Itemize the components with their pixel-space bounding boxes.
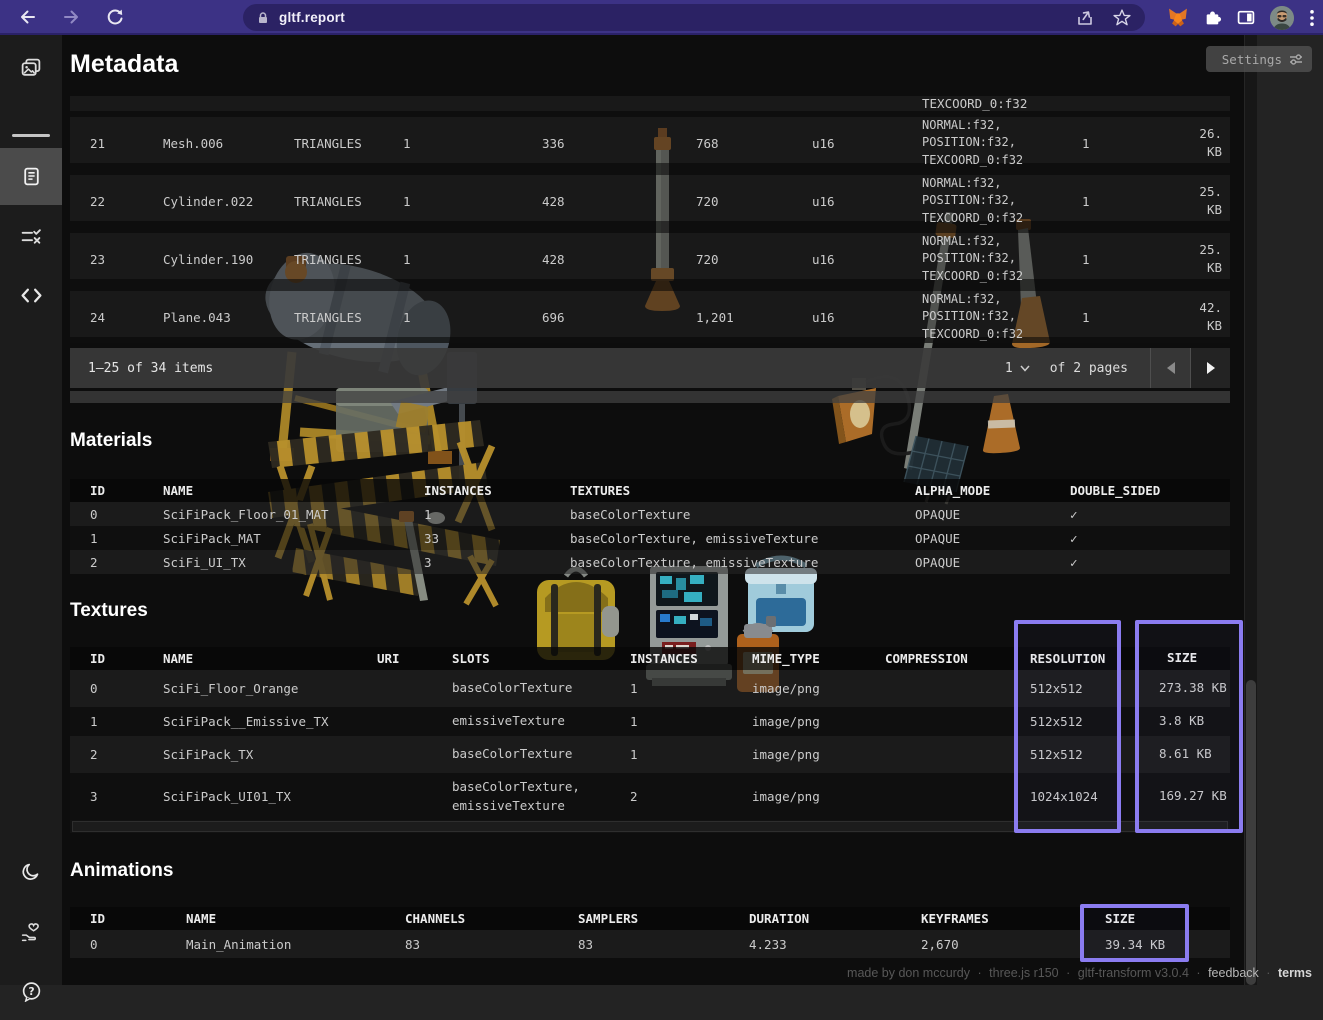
report-document-icon [21,166,42,187]
chevron-down-icon [1020,365,1030,372]
validation-list-icon [20,226,42,248]
gltf-report-page: gltf.report [0,0,1323,985]
metamask-fox-icon[interactable] [1168,8,1188,27]
table-row: 22Cylinder.022TRIANGLES 1428720 u16NORMA… [70,169,1230,227]
sidebar-item-code[interactable] [0,267,62,324]
image-stack-icon [20,57,42,79]
page-gutter [1257,35,1323,985]
table-row: 1SciFiPack_MAT33 baseColorTexture, emiss… [70,526,1230,550]
meshes-table: TEXCOORD_0:f32 21Mesh.006TRIANGLES 13367… [70,96,1230,343]
help-question-icon: ? [21,981,42,1002]
materials-section-title: Materials [70,430,152,452]
footer-threejs-version: three.js r150 [989,966,1058,980]
page-select[interactable]: 1 [995,361,1040,376]
chevron-left-icon [1167,362,1175,374]
footer-credit: made by don mccurdy [847,966,970,980]
table-row: 0SciFi_Floor_Orange baseColorTexture1 im… [70,670,1230,707]
table-row: 0SciFiPack_Floor_01_MAT1 baseColorTextur… [70,502,1230,526]
textures-hscrollbar[interactable] [70,820,1230,833]
pagination-bar: 1–25 of 34 items 1 of 2 pages [70,348,1230,388]
table-row: 2SciFiPack_TX baseColorTexture1 image/pn… [70,736,1230,773]
forward-arrow-icon[interactable] [54,4,88,30]
feedback-link[interactable]: feedback [1208,966,1259,980]
settings-sliders-icon [1289,53,1303,66]
refresh-icon[interactable] [98,4,132,30]
svg-text:?: ? [28,986,34,998]
sidebar-item-help[interactable]: ? [0,963,62,1020]
materials-table: IDNAMEINSTANCES TEXTURESALPHA_MODEDOUBLE… [70,479,1230,574]
textures-table: IDNAMEURI SLOTSINSTANCESMIME_TYPE COMPRE… [70,647,1230,833]
table-header: IDNAMECHANNELS SAMPLERSDURATIONKEYFRAMES… [70,907,1230,930]
terms-link[interactable]: terms [1278,966,1312,980]
footer-transform-version: gltf-transform v3.0.4 [1078,966,1189,980]
next-page-button[interactable] [1190,348,1230,388]
sidebar-item-viewer[interactable] [0,39,62,96]
app-sidebar: ? [0,35,62,985]
animations-table: IDNAMECHANNELS SAMPLERSDURATIONKEYFRAMES… [70,907,1230,958]
prev-page-button[interactable] [1150,348,1190,388]
table-row: 2SciFi_UI_TX3 baseColorTexture, emissive… [70,550,1230,574]
moon-icon [21,862,41,882]
pages-label: of 2 pages [1050,361,1128,376]
table-row: 21Mesh.006TRIANGLES 1336768 u16NORMAL:f3… [70,111,1230,169]
url-bar[interactable]: gltf.report [243,4,1145,31]
table-row: 24Plane.043TRIANGLES 16961,201 u16NORMAL… [70,285,1230,343]
footer: made by don mccurdy · three.js r150 · gl… [843,966,1312,980]
sidebar-item-report[interactable] [0,148,62,205]
animations-section-title: Animations [70,860,173,882]
browser-toolbar: gltf.report [0,0,1323,35]
sidebar-item-validation[interactable] [0,208,62,265]
table-row: 3SciFiPack_UI01_TX baseColorTexture, emi… [70,773,1230,820]
settings-button[interactable]: Settings [1206,46,1312,72]
back-arrow-icon[interactable] [10,4,44,30]
table-row: 0Main_Animation83 834.2332,670 39.34 KB [70,930,1230,958]
table-row: 1SciFiPack__Emissive_TX emissiveTexture1… [70,707,1230,736]
bookmark-star-icon[interactable] [1113,9,1131,26]
pagination-range: 1–25 of 34 items [88,361,995,376]
chevron-right-icon [1207,362,1215,374]
table-row-partial: TEXCOORD_0:f32 [70,96,1230,111]
side-panel-icon[interactable] [1237,9,1255,26]
lock-icon [255,10,271,26]
code-brackets-icon [20,286,43,305]
table-header: IDNAMEURI SLOTSINSTANCESMIME_TYPE COMPRE… [70,647,1230,670]
avatar[interactable] [1270,6,1294,30]
share-icon[interactable] [1075,9,1095,27]
mesh-attributes: TEXCOORD_0:f32 [922,96,1072,111]
textures-section-title: Textures [70,600,148,622]
extensions-puzzle-icon[interactable] [1203,8,1222,27]
page-title: Metadata [70,50,178,79]
table-header: IDNAMEINSTANCES TEXTURESALPHA_MODEDOUBLE… [70,479,1230,502]
kebab-menu-icon[interactable] [1309,9,1315,27]
sidebar-item-donate[interactable] [0,903,62,960]
donate-hand-heart-icon [20,921,42,943]
url-text: gltf.report [279,10,1075,25]
browser-actions [1168,0,1315,35]
sidebar-divider [12,134,50,137]
page-scrollbar-thumb[interactable] [1246,680,1256,985]
sidebar-item-theme[interactable] [0,843,62,900]
table-row: 23Cylinder.190TRIANGLES 1428720 u16NORMA… [70,227,1230,285]
settings-label: Settings [1222,52,1282,67]
meshes-hscrollbar[interactable] [70,391,1230,403]
